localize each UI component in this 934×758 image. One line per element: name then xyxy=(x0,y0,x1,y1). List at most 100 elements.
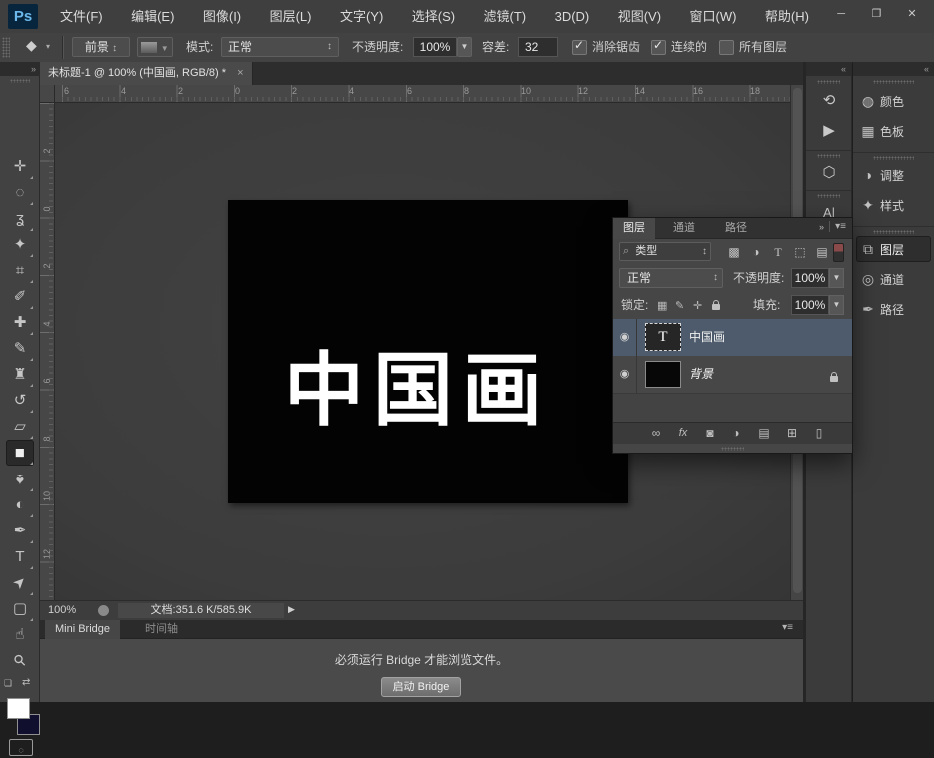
bottom-panel-menu-icon[interactable]: ▾≡ xyxy=(782,622,793,633)
clone-stamp-tool[interactable]: ♜ xyxy=(6,362,34,388)
tool-preset-dropdown-arrow-icon[interactable]: ▾ xyxy=(46,42,50,51)
panel-dock-collapse[interactable]: « xyxy=(853,62,934,76)
type-tool[interactable]: T xyxy=(6,544,34,570)
tools-panel-header[interactable]: » xyxy=(0,62,40,76)
new-group-icon[interactable]: ▤ xyxy=(753,423,775,444)
new-adjustment-layer-icon[interactable]: ◑ xyxy=(725,423,747,444)
path-selection-tool[interactable]: ➤ xyxy=(6,570,34,596)
quick-selection-tool[interactable]: ✦ xyxy=(6,232,34,258)
shape-layer-filter-icon[interactable]: ⬚ xyxy=(791,243,809,261)
shape-tool[interactable]: ▢ xyxy=(6,596,34,622)
anti-alias-checkbox-box[interactable] xyxy=(572,40,587,55)
eraser-tool[interactable]: ▱ xyxy=(6,414,34,440)
tolerance-field[interactable]: 32 xyxy=(518,37,558,57)
layer-row-text[interactable]: ◉ T 中国画 xyxy=(613,319,852,357)
layer-filter-toggle[interactable] xyxy=(833,243,844,262)
tab-channels[interactable]: 通道 xyxy=(663,218,705,239)
layer-style-fx-icon[interactable]: fx xyxy=(672,423,694,444)
mode-select[interactable]: 正常 ↕ xyxy=(221,37,339,57)
background-layer-thumbnail[interactable] xyxy=(645,361,681,388)
layer-opacity-field[interactable]: 100% xyxy=(791,268,829,288)
menu-view[interactable]: 视图(V) xyxy=(606,0,673,33)
color-panel-button[interactable]: ◍颜色 xyxy=(856,88,931,114)
menu-type[interactable]: 文字(Y) xyxy=(328,0,395,33)
default-colors-icon[interactable]: ❏ xyxy=(4,678,12,689)
tab-timeline[interactable]: 时间轴 xyxy=(135,620,188,639)
tab-paths[interactable]: 路径 xyxy=(715,218,757,239)
actions-panel-icon[interactable]: ▶ xyxy=(814,118,844,144)
pen-tool[interactable]: ✒ xyxy=(6,518,34,544)
zoom-level-field[interactable]: 100% xyxy=(48,601,76,620)
blur-tool[interactable]: ♠ xyxy=(6,466,34,492)
opacity-dropdown-button[interactable]: ▼ xyxy=(457,37,472,57)
menu-edit[interactable]: 编辑(E) xyxy=(119,0,186,33)
menu-filter[interactable]: 滤镜(T) xyxy=(472,0,539,33)
menu-window[interactable]: 窗口(W) xyxy=(678,0,749,33)
adjustment-layer-filter-icon[interactable]: ◑ xyxy=(747,243,765,261)
dodge-tool[interactable]: ◐ xyxy=(6,492,34,518)
layers-panel-menu-icon[interactable]: ▾≡ xyxy=(829,221,846,232)
menu-select[interactable]: 选择(S) xyxy=(400,0,467,33)
crop-tool[interactable]: ⌗ xyxy=(6,258,34,284)
menu-file[interactable]: 文件(F) xyxy=(48,0,115,33)
3d-panel-icon[interactable]: ⬡ xyxy=(814,160,844,186)
layer-name[interactable]: 背景 xyxy=(689,356,713,393)
add-layer-mask-icon[interactable]: ◙ xyxy=(699,423,721,444)
document-info[interactable]: 文档:351.6 K/585.9K xyxy=(118,603,284,618)
layers-panel-button[interactable]: ⧉图层 xyxy=(856,236,931,262)
layers-panel-collapse-icon[interactable]: » xyxy=(819,222,824,232)
lock-pixels-icon[interactable]: ✎ xyxy=(675,299,684,312)
link-layers-icon[interactable]: ∞ xyxy=(645,423,667,444)
menu-help[interactable]: 帮助(H) xyxy=(753,0,821,33)
marquee-tool[interactable]: ◌ xyxy=(6,180,34,206)
blend-mode-select[interactable]: 正常 ↕ xyxy=(619,268,723,288)
pixel-layer-filter-icon[interactable]: ▩ xyxy=(725,243,743,261)
smart-object-filter-icon[interactable]: ▤ xyxy=(813,243,831,261)
swap-colors-icon[interactable]: ⇄ xyxy=(22,677,30,688)
paint-bucket-options-icon[interactable]: ◆ xyxy=(26,37,37,54)
document-tab-close-icon[interactable]: × xyxy=(237,67,243,79)
new-layer-icon[interactable]: ⊞ xyxy=(781,423,803,444)
layers-panel-resize-gripper[interactable] xyxy=(721,447,745,451)
move-tool[interactable]: ✛ xyxy=(6,154,34,180)
fill-source-select[interactable]: 前景 ↕ xyxy=(72,37,130,57)
text-layer-thumbnail[interactable]: T xyxy=(645,323,681,351)
tab-layers[interactable]: 图层 xyxy=(613,218,655,239)
type-layer-filter-icon[interactable]: T xyxy=(769,243,787,261)
adjustments-panel-button[interactable]: ◑调整 xyxy=(856,162,931,188)
delete-layer-icon[interactable]: ▯ xyxy=(808,423,830,444)
pattern-picker[interactable]: ▼ xyxy=(137,37,173,57)
tab-mini-bridge[interactable]: Mini Bridge xyxy=(45,620,120,639)
swatches-panel-button[interactable]: ▦色板 xyxy=(856,118,931,144)
visibility-eye-icon[interactable]: ◉ xyxy=(613,319,637,356)
channels-panel-button[interactable]: ◎通道 xyxy=(856,266,931,292)
all-layers-checkbox[interactable] xyxy=(719,40,734,58)
zoom-tool[interactable]: ⚲ xyxy=(6,648,34,674)
visibility-eye-icon[interactable]: ◉ xyxy=(613,356,637,393)
document-tab[interactable]: 未标题-1 @ 100% (中国画, RGB/8) * × xyxy=(40,62,253,85)
layer-opacity-dropdown-icon[interactable]: ▼ xyxy=(829,268,844,288)
paths-panel-button[interactable]: ✒路径 xyxy=(856,296,931,322)
foreground-color-swatch[interactable] xyxy=(7,698,30,719)
close-button[interactable]: ✕ xyxy=(898,5,926,24)
anti-alias-checkbox[interactable] xyxy=(572,40,587,58)
menu-3d[interactable]: 3D(D) xyxy=(543,0,602,33)
status-popup-arrow-icon[interactable]: ▶ xyxy=(288,604,295,615)
lasso-tool[interactable]: ʓ xyxy=(6,206,34,232)
hand-tool[interactable]: ☝ xyxy=(6,622,34,648)
launch-bridge-button[interactable]: 启动 Bridge xyxy=(381,677,461,697)
eyedropper-tool[interactable]: ✐ xyxy=(6,284,34,310)
minimize-button[interactable]: ─ xyxy=(827,5,855,24)
history-panel-icon[interactable]: ⟲ xyxy=(814,88,844,114)
paint-bucket-tool[interactable]: ◆ xyxy=(6,440,34,466)
healing-brush-tool[interactable]: ✚ xyxy=(6,310,34,336)
lock-transparency-icon[interactable]: ▦ xyxy=(657,299,667,312)
canvas-image[interactable]: 中国画 xyxy=(228,200,628,503)
layer-row-background[interactable]: ◉ 背景 xyxy=(613,356,852,394)
quick-mask-button[interactable]: ◌ xyxy=(9,739,33,756)
menu-layer[interactable]: 图层(L) xyxy=(258,0,324,33)
maximize-button[interactable]: ❐ xyxy=(863,5,891,24)
fill-field[interactable]: 100% xyxy=(791,295,829,315)
fill-dropdown-icon[interactable]: ▼ xyxy=(829,295,844,315)
options-bar-gripper[interactable] xyxy=(2,37,10,58)
